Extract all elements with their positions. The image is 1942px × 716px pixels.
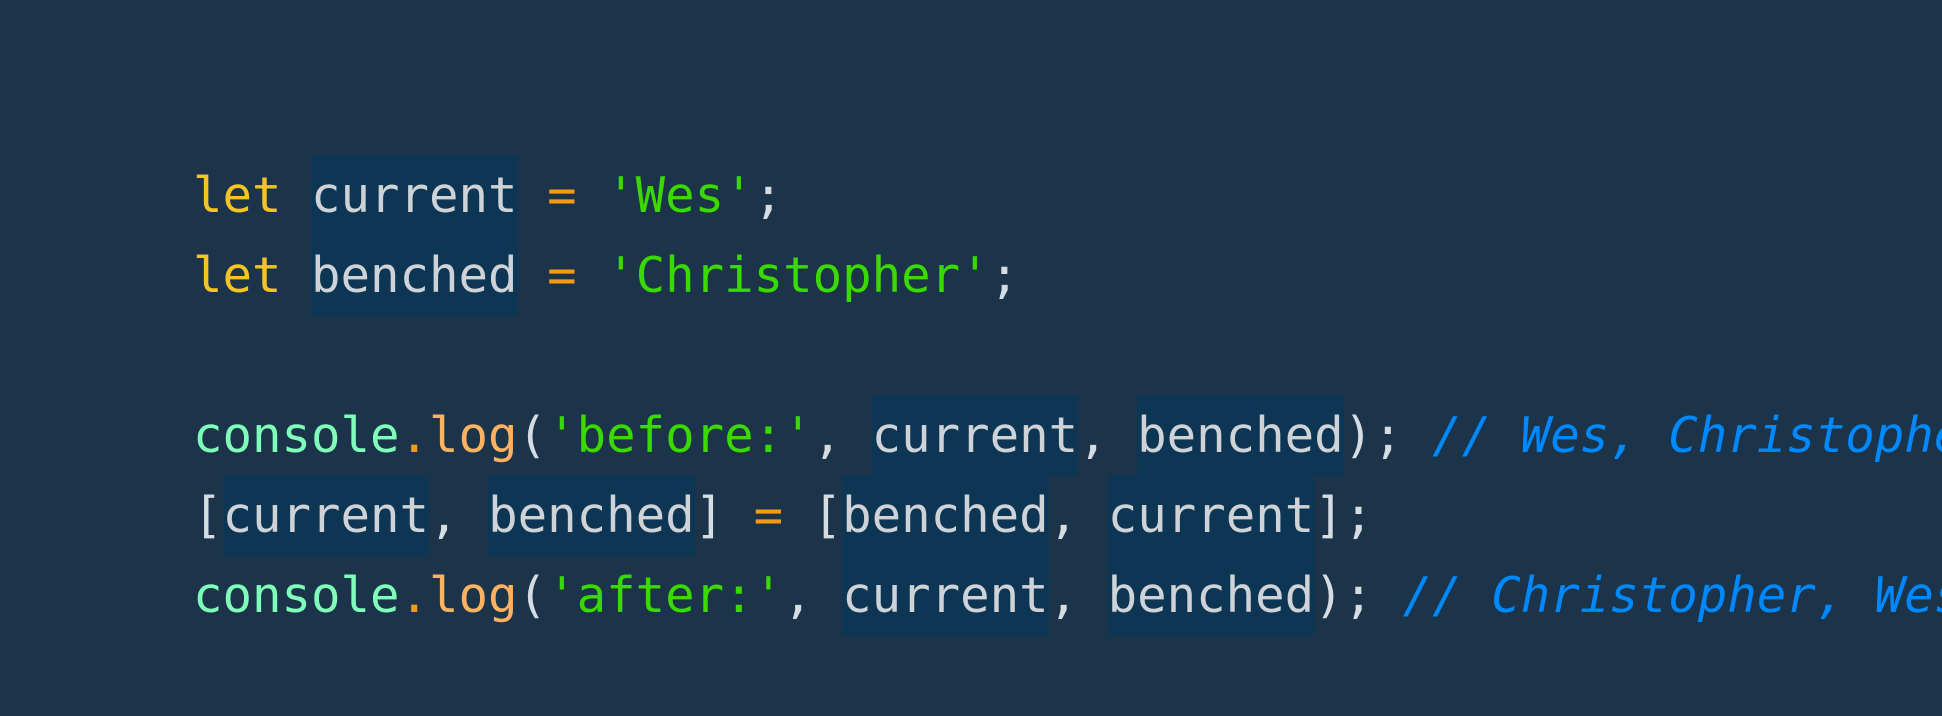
punctuation-token: [ [193,487,223,544]
variable-token: current [842,555,1049,636]
punctuation-token: ; [989,247,1020,304]
operator-token: = [753,487,784,544]
string-token: 'Christopher' [606,247,990,304]
code-editor: let current = 'Wes'; let benched = 'Chri… [75,76,1942,656]
punctuation-token: ); [1314,567,1374,624]
variable-token: benched [1107,555,1315,636]
comment-token: // Christopher, Wes [1402,567,1942,624]
punctuation-token: , [429,487,489,544]
object-token: console [193,407,400,464]
variable-token: benched [488,475,695,556]
punctuation-token: ] [694,487,725,544]
comment-token: // Wes, Christopher [1432,407,1942,464]
punctuation-token: ; [753,167,784,224]
punctuation-token: , [1048,487,1108,544]
variable-token: benched [842,475,1049,556]
variable-token: benched [311,235,518,316]
punctuation-token: , [1048,567,1108,624]
punctuation-token: , [1078,407,1138,464]
variable-token: current [222,475,430,556]
variable-token: current [871,395,1079,476]
punctuation-token: ( [517,407,548,464]
punctuation-token: ); [1343,407,1403,464]
variable-token: benched [1137,395,1344,476]
variable-token: current [1107,475,1315,556]
variable-token: current [311,155,518,236]
string-token: 'before:' [547,407,813,464]
keyword-token: let [193,167,282,224]
punctuation-token: , [812,407,872,464]
function-token: log [429,567,518,624]
string-token: 'Wes' [606,167,754,224]
punctuation-token: ( [517,567,548,624]
punctuation-token: ]; [1314,487,1374,544]
function-token: log [429,407,518,464]
string-token: 'after:' [547,567,784,624]
operator-token: . [399,407,430,464]
code-line: console.log('before:', current, benched)… [75,316,1942,476]
operator-token: . [399,567,430,624]
operator-token: = [547,167,577,224]
operator-token: = [547,247,577,304]
punctuation-token: , [783,567,843,624]
object-token: console [193,567,400,624]
keyword-token: let [193,247,282,304]
code-line: let current = 'Wes'; [75,76,1935,236]
punctuation-token: [ [812,487,843,544]
